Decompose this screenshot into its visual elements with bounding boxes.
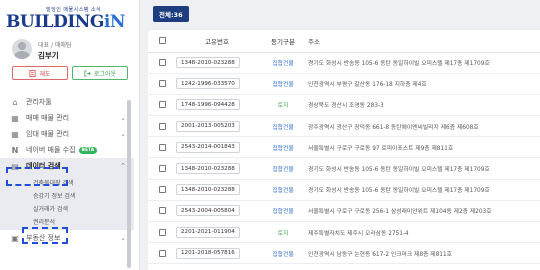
chevron-down-icon: ⌄ <box>120 130 126 138</box>
naver-icon: N <box>11 145 19 155</box>
table-row[interactable]: 2001-2013-005203 집합건물 광주광역시 광산구 장덕동 661-8 … <box>148 115 540 138</box>
unique-number-cell[interactable]: 2201-2021-011904 <box>176 226 240 238</box>
building-icon: ▦ <box>11 129 19 139</box>
unique-number-cell[interactable]: 1348-2010-023288 <box>176 57 240 69</box>
address-cell: 광주광역시 광산구 장덕동 661-8 동탄에이엔씨빌리지 제6층 제608호 <box>308 115 540 138</box>
row-checkbox[interactable] <box>158 186 166 194</box>
submenu-item-elevator[interactable]: 승강기 정보 검색 <box>0 189 134 202</box>
sidebar-item-label: 매매 매물 관리 <box>26 114 70 122</box>
row-checkbox[interactable] <box>158 122 166 130</box>
chevron-down-icon: ⌄ <box>120 114 126 122</box>
user-role: 대표 / 매매팀 <box>38 42 72 49</box>
brand-logo[interactable]: 빌딩인 매물시스템 소식 BUILDINGiN <box>6 6 134 32</box>
submenu-item-real-price[interactable]: 실거래가 검색 <box>0 202 134 215</box>
address-cell: 경기도 화성시 반송동 105-6 동탄 동일하이빌 오피스텔 제17층 제17… <box>308 52 540 74</box>
unique-number-cell[interactable]: 1748-1996-094428 <box>176 99 240 111</box>
unique-number-cell[interactable]: 2543-2014-001843 <box>176 141 240 153</box>
unique-number-cell[interactable]: 2001-2013-005203 <box>176 120 240 132</box>
user-name: 김부기 <box>38 51 59 60</box>
brand-name-accent: iN <box>103 12 126 32</box>
registry-type-cell: 집합건물 <box>258 157 308 180</box>
registry-type-cell: 토지 <box>258 94 308 117</box>
registry-type-cell: 집합건물 <box>258 200 308 223</box>
select-all-checkbox[interactable] <box>158 37 166 45</box>
results-table: 고유번호 등기구분 주소 1348-2010-023288 집합건물 경기도 화성시… <box>148 30 540 265</box>
brand-name-main: BUILDING <box>6 12 104 32</box>
table-row[interactable]: 1348-2010-023288 집합건물 경기도 화성시 반송동 105-6 동탄… <box>148 179 540 201</box>
registry-type-cell: 집합건물 <box>258 115 308 138</box>
doc-icon <box>29 69 36 77</box>
logout-icon <box>84 69 91 77</box>
chevron-down-icon: ⌄ <box>120 234 126 242</box>
sidebar-item-naver[interactable]: N 네이버 매물 수집 BETA <box>0 142 134 158</box>
registry-type-cell: 집합건물 <box>258 242 308 265</box>
table-row[interactable]: 2543-2014-001843 집합건물 서울특별시 구로구 구로동 97 로피아… <box>148 136 540 159</box>
row-checkbox[interactable] <box>158 207 166 215</box>
table-row[interactable]: 1201-2018-057816 집합건물 인천광역시 남동구 논현동 617-2 … <box>148 242 540 265</box>
column-header-address[interactable]: 주소 <box>308 30 540 53</box>
row-checkbox[interactable] <box>158 143 166 151</box>
retry-button-label: 재도 <box>39 70 51 78</box>
registry-type-cell: 집합건물 <box>258 52 308 74</box>
results-card: 고유번호 등기구분 주소 1348-2010-023288 집합건물 경기도 화성시… <box>148 30 540 270</box>
row-checkbox[interactable] <box>158 80 166 88</box>
table-row[interactable]: 1748-1996-094428 토지 경상북도 경산시 조영동 283-3 <box>148 94 540 117</box>
table-row[interactable]: 2201-2021-011904 토지 제주특별자치도 제주시 오라삼동 2751-… <box>148 221 540 244</box>
table-row[interactable]: 1242-1996-033570 집합건물 인천광역시 부평구 갈산동 176-18… <box>148 73 540 95</box>
beta-badge: BETA <box>78 146 98 154</box>
unique-number-cell[interactable]: 2543-2004-005804 <box>176 205 240 217</box>
sidebar-item-label: 관리자툴 <box>26 98 52 106</box>
address-cell: 서울특별시 구로구 구로동 256-1 삼성래미안위트 제104동 제2층 제2… <box>308 200 540 223</box>
address-cell: 인천광역시 부평구 갈산동 176-18 지하층 제4호 <box>308 73 540 95</box>
table-row[interactable]: 1348-2010-023288 집합건물 경기도 화성시 반송동 105-6 동탄… <box>148 52 540 74</box>
retry-button[interactable]: 재도 <box>12 66 68 80</box>
column-header-type[interactable]: 등기구분 <box>258 30 308 53</box>
table-row[interactable]: 2543-2004-005804 집합건물 서울특별시 구로구 구로동 256-1 … <box>148 200 540 223</box>
column-header-number[interactable]: 고유번호 <box>176 30 258 53</box>
sidebar-item-label: 임대 매물 관리 <box>26 130 70 138</box>
building-icon: ▦ <box>11 113 19 123</box>
registry-type-cell: 집합건물 <box>258 73 308 95</box>
brand-name: BUILDINGiN <box>6 12 125 32</box>
submenu-item-label: 승강기 정보 검색 <box>33 193 76 200</box>
highlight-rights-analysis <box>22 227 68 244</box>
registry-type-cell: 집합건물 <box>258 136 308 159</box>
registry-type-cell: 집합건물 <box>258 179 308 201</box>
row-checkbox[interactable] <box>158 165 166 173</box>
row-checkbox[interactable] <box>158 101 166 109</box>
address-cell: 인천광역시 남동구 논현동 617-2 인크마크 제8층 제811호 <box>308 242 540 265</box>
row-checkbox[interactable] <box>158 249 166 257</box>
submenu-item-label: 권리분석 <box>33 219 56 226</box>
address-cell: 경기도 화성시 반송동 105-6 동탄 동일하이빌 오피스텔 제17층 제17… <box>308 179 540 201</box>
unique-number-cell[interactable]: 1201-2018-057816 <box>176 247 240 259</box>
avatar <box>12 39 32 59</box>
sidebar: 빌딩인 매물시스템 소식 BUILDINGiN 대표 / 매매팀 김부기 재도 … <box>0 0 140 270</box>
submenu-item-label: 실거래가 검색 <box>33 206 69 213</box>
highlight-data-search <box>6 167 68 186</box>
home-icon: ⌂ <box>12 97 18 107</box>
unique-number-cell[interactable]: 1348-2010-023288 <box>176 163 240 175</box>
main-content: 전체:36 고유번호 등기구분 주소 1348-2010-023288 집합건물 경… <box>140 0 540 270</box>
logout-button[interactable]: 로그아웃 <box>72 66 128 80</box>
address-cell: 서울특별시 구로구 구로동 97 로피아포스트 제9층 제811호 <box>308 136 540 159</box>
chevron-up-icon: ⌃ <box>120 162 126 170</box>
table-header-row: 고유번호 등기구분 주소 <box>148 30 540 53</box>
row-checkbox[interactable] <box>158 59 166 67</box>
address-cell: 경상북도 경산시 조영동 283-3 <box>308 94 540 117</box>
address-cell: 경기도 화성시 반송동 105-6 동탄 동일하이빌 오피스텔 제17층 제17… <box>308 157 540 180</box>
unique-number-cell[interactable]: 1348-2010-023288 <box>176 184 240 196</box>
unique-number-cell[interactable]: 1242-1996-033570 <box>176 78 240 90</box>
sidebar-item-label: 네이버 매물 수집 <box>26 146 76 154</box>
info-icon: ▣ <box>11 233 19 243</box>
logout-button-label: 로그아웃 <box>93 70 117 78</box>
address-cell: 제주특별자치도 제주시 오라삼동 2751-4 <box>308 221 540 244</box>
total-count-badge: 전체:36 <box>153 6 189 22</box>
row-checkbox[interactable] <box>158 228 166 236</box>
table-row[interactable]: 1348-2010-023288 집합건물 경기도 화성시 반송동 105-6 동탄… <box>148 157 540 180</box>
sidebar-item-sale[interactable]: ▦ 매매 매물 관리 ⌄ <box>0 110 134 126</box>
sidebar-scrollbar[interactable] <box>127 100 131 268</box>
registry-type-cell: 토지 <box>258 221 308 244</box>
sidebar-item-lease[interactable]: ▦ 임대 매물 관리 ⌄ <box>0 126 134 142</box>
sidebar-item-admin[interactable]: ⌂ 관리자툴 <box>0 94 134 110</box>
